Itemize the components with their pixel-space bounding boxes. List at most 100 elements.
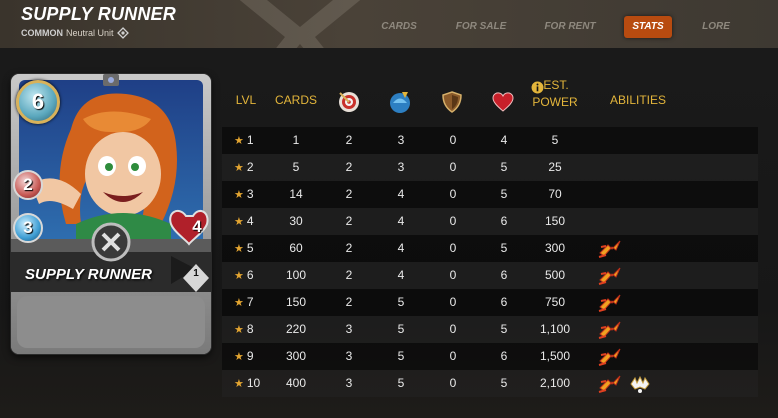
star-icon: ★: [234, 216, 244, 228]
star-icon: ★: [234, 162, 244, 174]
table-row: ★ 10 400 3 5 0 5 2,100: [222, 370, 758, 397]
star-icon: ★: [234, 297, 244, 309]
cell-melee: 2: [345, 160, 353, 174]
swiftness-icon[interactable]: [598, 293, 622, 313]
cell-armor: 0: [449, 349, 457, 363]
cell-lvl: ★ 4: [234, 208, 264, 235]
level-value: 7: [246, 295, 254, 309]
level-value: 6: [246, 268, 254, 282]
cell-power: 25: [548, 160, 562, 174]
cell-power: 750: [544, 295, 566, 309]
cell-armor: 0: [449, 376, 457, 390]
cell-health: 6: [500, 349, 508, 363]
cell-cards: 400: [285, 376, 307, 390]
level-value: 5: [246, 241, 254, 255]
cell-lvl: ★ 6: [234, 262, 264, 289]
cell-speed: 3: [397, 160, 405, 174]
cell-lvl: ★ 1: [234, 127, 264, 154]
speed-icon: [390, 92, 410, 113]
cell-cards: 150: [285, 295, 307, 309]
cell-cards: 220: [285, 322, 307, 336]
level-value: 9: [246, 349, 254, 363]
cell-health: 4: [500, 133, 508, 147]
cell-health: 5: [500, 160, 508, 174]
header-power-line1: EST.: [543, 78, 569, 92]
cell-melee: 2: [345, 133, 353, 147]
cell-melee: 3: [345, 349, 353, 363]
cell-melee: 3: [345, 376, 353, 390]
cell-health: 5: [500, 322, 508, 336]
cell-lvl: ★ 7: [234, 289, 264, 316]
cell-power: 1,500: [539, 349, 571, 363]
monster-card[interactable]: 6 2 3 4 SUPPLY RUNNER 1: [11, 74, 211, 354]
cell-health: 5: [500, 187, 508, 201]
cell-speed: 4: [397, 187, 405, 201]
tab-lore[interactable]: LORE: [694, 16, 738, 38]
cell-lvl: ★ 5: [234, 235, 264, 262]
cell-armor: 0: [449, 160, 457, 174]
tab-cards[interactable]: CARDS: [371, 16, 427, 38]
swiftness-icon[interactable]: [598, 239, 622, 259]
table-header: LVL CARDS EST. POWER ABILITIES: [222, 78, 758, 126]
swiftness-icon[interactable]: [598, 266, 622, 286]
table-row: ★ 4 30 2 4 0 6 150: [222, 208, 758, 235]
cell-armor: 0: [449, 322, 457, 336]
cell-power: 70: [548, 187, 562, 201]
table-row: ★ 7 150 2 5 0 6 750: [222, 289, 758, 316]
cell-armor: 0: [449, 187, 457, 201]
cell-cards: 30: [289, 214, 303, 228]
swiftness-icon[interactable]: [598, 320, 622, 340]
card-level: 1: [193, 268, 199, 279]
card-header: SUPPLY RUNNER COMMON Neutral Unit CARDS …: [0, 0, 778, 48]
table-row: ★ 9 300 3 5 0 6 1,500: [222, 343, 758, 370]
armor-icon: [442, 91, 462, 113]
cell-armor: 0: [449, 268, 457, 282]
swiftness-icon[interactable]: [598, 347, 622, 367]
star-icon: ★: [234, 324, 244, 336]
swiftness-icon[interactable]: [598, 374, 622, 394]
cell-melee: 2: [345, 214, 353, 228]
tab-for-rent[interactable]: FOR RENT: [536, 16, 604, 38]
table-row: ★ 6 100 2 4 0 6 500: [222, 262, 758, 289]
cell-cards: 14: [289, 187, 303, 201]
header-cards: CARDS: [274, 93, 317, 107]
level-value: 4: [246, 214, 254, 228]
table-row: ★ 3 14 2 4 0 5 70: [222, 181, 758, 208]
star-icon: ★: [234, 270, 244, 282]
cell-speed: 3: [397, 133, 405, 147]
table-row: ★ 5 60 2 4 0 5 300: [222, 235, 758, 262]
ranged-attack-icon: [339, 92, 359, 112]
cell-melee: 2: [345, 268, 353, 282]
cell-cards: 100: [285, 268, 307, 282]
tab-for-sale[interactable]: FOR SALE: [448, 16, 514, 38]
resurrect-icon[interactable]: [628, 374, 652, 394]
cell-health: 5: [500, 241, 508, 255]
header-abilities: ABILITIES: [609, 93, 667, 107]
cell-lvl: ★ 8: [234, 316, 264, 343]
star-icon: ★: [234, 243, 244, 255]
level-value: 1: [246, 133, 254, 147]
cell-speed: 4: [397, 214, 405, 228]
cell-lvl: ★ 2: [234, 154, 264, 181]
cell-melee: 3: [345, 322, 353, 336]
cell-speed: 5: [397, 376, 405, 390]
cell-melee: 2: [345, 295, 353, 309]
cell-cards: 60: [289, 241, 303, 255]
star-icon: ★: [234, 351, 244, 363]
health-stat: 4: [192, 217, 202, 236]
cell-power: 1,100: [539, 322, 571, 336]
tab-stats[interactable]: STATS: [624, 16, 672, 38]
cell-health: 6: [500, 214, 508, 228]
cell-power: 300: [544, 241, 566, 255]
cell-armor: 0: [449, 133, 457, 147]
cell-cards: 300: [285, 349, 307, 363]
cell-armor: 0: [449, 214, 457, 228]
cell-health: 6: [500, 295, 508, 309]
cell-melee: 2: [345, 187, 353, 201]
star-icon: ★: [234, 135, 244, 147]
cell-cards: 1: [292, 133, 300, 147]
level-value: 10: [246, 376, 261, 390]
cell-armor: 0: [449, 241, 457, 255]
cell-health: 6: [500, 268, 508, 282]
star-icon: ★: [234, 378, 244, 390]
